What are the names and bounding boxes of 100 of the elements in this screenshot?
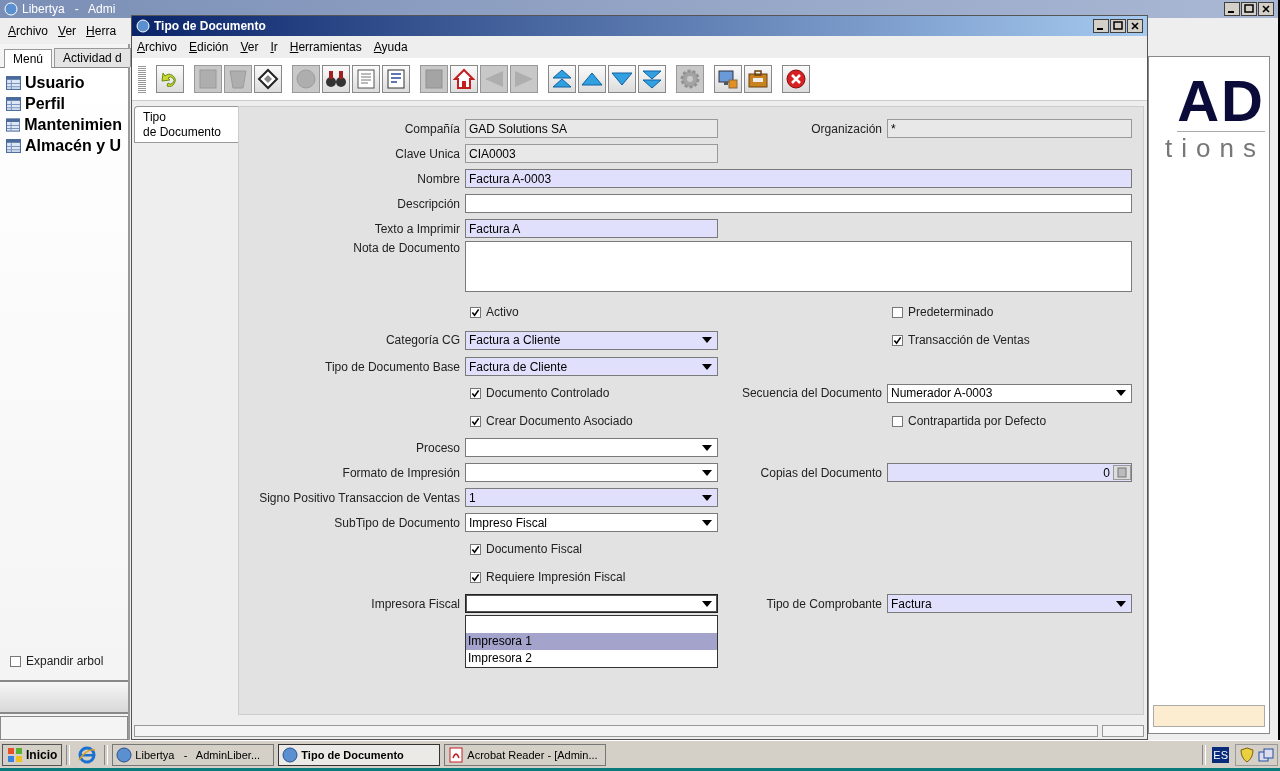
dropdown[interactable]: Factura de Cliente — [465, 357, 718, 376]
close-icon — [785, 68, 807, 90]
dropdown[interactable]: Numerador A-0003 — [887, 383, 1132, 403]
checkbox-label: Expandir arbol — [26, 654, 104, 668]
globe-icon — [136, 19, 150, 33]
toolbar-button[interactable] — [744, 65, 772, 93]
checkbox[interactable] — [470, 571, 481, 583]
field-label: Organización — [810, 121, 882, 136]
gear-icon — [679, 68, 701, 90]
checkbox[interactable] — [892, 415, 903, 427]
text-field[interactable]: Factura A — [465, 219, 718, 238]
checkbox[interactable] — [10, 655, 21, 667]
checkbox[interactable] — [892, 334, 903, 346]
checkbox-label: Activo — [486, 305, 519, 319]
text-field[interactable] — [465, 194, 1132, 213]
dropdown[interactable] — [465, 594, 718, 613]
dropdown[interactable]: Factura — [887, 594, 1132, 613]
tree-item[interactable]: Almacén y U — [25, 136, 122, 155]
text-field[interactable]: GAD Solutions SA — [465, 119, 718, 138]
window-icon — [6, 96, 21, 111]
minimize-icon[interactable] — [1224, 2, 1240, 16]
maximize-icon[interactable] — [1241, 2, 1257, 16]
checkbox-label: Requiere Impresión Fiscal — [486, 570, 626, 584]
toolbar-button[interactable] — [450, 65, 478, 93]
globe-icon — [4, 2, 18, 16]
field-label: Tipo de Documento Base — [324, 359, 460, 374]
windows-flag-icon — [7, 746, 23, 763]
language-indicator[interactable]: ES — [1212, 746, 1229, 763]
field-label: Impresora Fiscal — [370, 596, 460, 611]
taskbar-button[interactable]: Acrobat Reader - [Admin... — [444, 743, 607, 766]
taskbar-button[interactable]: Tipo de Documento — [278, 743, 441, 766]
caret-icon — [1116, 600, 1126, 607]
close-icon[interactable] — [1127, 19, 1143, 33]
toolbar-grip[interactable] — [138, 65, 146, 93]
toolbar-button[interactable] — [322, 65, 350, 93]
browser-icon[interactable] — [78, 745, 97, 764]
checkbox[interactable] — [470, 415, 481, 427]
caret-icon — [702, 337, 712, 343]
document-icon — [197, 68, 219, 90]
text-field[interactable]: CIA0003 — [465, 144, 718, 163]
menu-item[interactable]: Edición — [189, 40, 229, 54]
toolbar-button[interactable] — [782, 65, 810, 93]
field-label: Descripción — [396, 196, 460, 211]
tree-item[interactable]: Perfil — [25, 94, 65, 113]
window-title: Libertya - Admi — [22, 2, 116, 16]
left-arrow-icon — [483, 68, 505, 90]
dropdown[interactable]: Factura a Cliente — [465, 330, 718, 350]
tree-item[interactable]: Mantenimien — [24, 115, 122, 134]
text-area[interactable] — [465, 241, 1132, 292]
tree-item[interactable]: Usuario — [25, 73, 85, 92]
double-down-arrow-icon — [641, 68, 663, 90]
checkbox[interactable] — [470, 543, 481, 555]
tab[interactable]: Actividad d — [54, 48, 131, 67]
checkbox[interactable] — [470, 387, 481, 399]
caret-icon — [702, 363, 712, 370]
window-icon — [6, 117, 21, 132]
field-label: Categoría CG — [384, 333, 460, 347]
close-icon[interactable] — [1258, 2, 1274, 16]
menu-item[interactable]: Ver — [58, 24, 77, 38]
menu-item[interactable]: Herra — [86, 24, 117, 38]
dropdown-option[interactable]: Impresora 1 — [466, 633, 717, 650]
trash-icon — [227, 68, 249, 90]
shield-icon[interactable] — [1239, 746, 1255, 763]
grid-icon — [423, 68, 445, 90]
caret-icon — [702, 469, 712, 476]
toolbar-button[interactable] — [254, 65, 282, 93]
text-field[interactable]: Factura A-0003 — [465, 169, 1132, 188]
field-label: Clave Unica — [394, 146, 460, 161]
tab[interactable]: Menú — [4, 49, 53, 68]
monitor-icon — [717, 68, 739, 90]
dropdown[interactable]: Impreso Fiscal — [465, 513, 718, 532]
menu-item[interactable]: Archivo — [137, 40, 178, 54]
minimize-icon[interactable] — [1093, 19, 1109, 33]
dropdown[interactable]: 1 — [465, 488, 718, 507]
taskbar-button[interactable]: Libertya - AdminLiber... — [112, 743, 275, 766]
number-field[interactable]: 0 — [887, 463, 1132, 482]
text-field[interactable]: * — [887, 119, 1132, 138]
network-icon[interactable] — [1258, 746, 1274, 763]
tab[interactable]: Tipo de Documento — [134, 106, 238, 143]
checkbox-label: Contrapartida por Defecto — [908, 414, 1047, 428]
window-icon — [6, 138, 21, 153]
checkbox[interactable] — [892, 306, 903, 318]
menu-item[interactable]: Herramientas — [289, 40, 362, 54]
field-label: Texto a Imprimir — [373, 221, 460, 236]
checkbox-label: Predeterminado — [908, 305, 994, 319]
briefcase-icon — [747, 68, 769, 90]
checkbox[interactable] — [470, 306, 481, 318]
menu-item[interactable]: Archivo — [8, 24, 49, 38]
maximize-icon[interactable] — [1110, 19, 1126, 33]
menu-item[interactable]: Ayuda — [373, 40, 408, 54]
binoculars-icon — [325, 68, 347, 90]
menu-item[interactable]: Ver — [240, 40, 259, 54]
field-label: Proceso — [414, 440, 460, 455]
window-icon — [6, 75, 21, 90]
caret-icon — [702, 444, 712, 451]
menu-item[interactable]: Ir — [270, 40, 278, 54]
dropdown-option[interactable]: Impresora 2 — [466, 650, 717, 667]
status-field — [1102, 725, 1144, 737]
caret-icon — [702, 494, 712, 501]
start-button[interactable]: Inicio — [2, 743, 63, 766]
